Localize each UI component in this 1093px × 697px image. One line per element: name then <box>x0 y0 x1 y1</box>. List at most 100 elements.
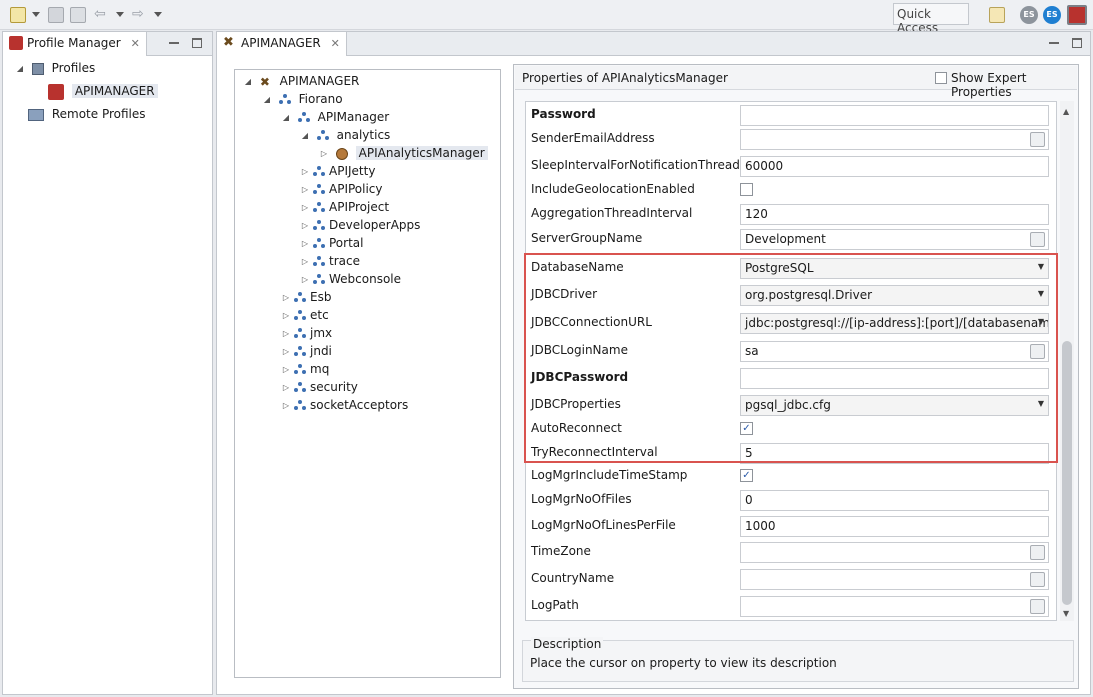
browse-button[interactable] <box>1030 344 1045 359</box>
collapse-arrow-icon[interactable]: ◢ <box>262 91 272 109</box>
tree-item-label: Esb <box>310 290 332 304</box>
expand-arrow-icon[interactable]: ▷ <box>300 199 310 217</box>
close-icon[interactable]: ✕ <box>131 37 140 50</box>
tree-item-fiorano[interactable]: ◢ Fiorano <box>262 90 343 108</box>
expand-arrow-icon[interactable]: ▷ <box>300 181 310 199</box>
scroll-down-icon[interactable]: ▼ <box>1063 609 1069 618</box>
scroll-up-icon[interactable]: ▲ <box>1063 107 1069 116</box>
maximize-icon[interactable] <box>1072 38 1082 48</box>
tree-item-api-analytics-manager[interactable]: ▷ APIAnalyticsManager <box>319 144 488 162</box>
new-dropdown-arrow[interactable] <box>32 12 40 17</box>
expand-arrow-icon[interactable]: ▷ <box>300 235 310 253</box>
tab-apimanager-label: APIMANAGER <box>241 36 321 50</box>
show-expert-label[interactable]: Show Expert Properties <box>951 71 1077 99</box>
property-input[interactable]: 5 <box>740 443 1049 464</box>
back-icon[interactable]: ⇦ <box>94 7 110 23</box>
collapse-arrow-icon[interactable]: ◢ <box>15 60 25 78</box>
close-icon[interactable]: ✕ <box>331 37 340 50</box>
scroll-thumb[interactable] <box>1062 341 1072 605</box>
property-dropdown[interactable]: jdbc:postgresql://[ip-address]:[port]/[d… <box>740 313 1049 334</box>
property-input[interactable] <box>740 542 1049 563</box>
show-expert-checkbox[interactable] <box>935 72 947 84</box>
tree-item-apimanager-profile[interactable]: APIMANAGER <box>45 82 158 100</box>
package-icon <box>294 327 306 340</box>
tree-item-socketacceptors[interactable]: ▷ socketAcceptors <box>281 396 408 414</box>
tree-item-profiles[interactable]: ◢ Profiles <box>15 59 95 77</box>
property-name: DatabaseName <box>531 260 624 274</box>
profile-perspective-icon[interactable] <box>1067 5 1087 25</box>
property-input[interactable] <box>740 129 1049 150</box>
tree-item-root[interactable]: ◢ ✖ APIMANAGER <box>243 72 359 90</box>
browse-button[interactable] <box>1030 572 1045 587</box>
browse-button[interactable] <box>1030 232 1045 247</box>
tree-item-developerapps[interactable]: ▷ DeveloperApps <box>300 216 421 235</box>
collapse-arrow-icon[interactable]: ◢ <box>281 109 291 127</box>
tree-item-apiproject[interactable]: ▷ APIProject <box>300 198 389 216</box>
property-name: SenderEmailAddress <box>531 131 655 145</box>
property-checkbox[interactable] <box>740 183 753 196</box>
tree-item-webconsole[interactable]: ▷ Webconsole <box>300 270 401 288</box>
browse-button[interactable] <box>1030 545 1045 560</box>
property-input[interactable]: sa <box>740 341 1049 362</box>
browse-button[interactable] <box>1030 599 1045 614</box>
browse-button[interactable] <box>1030 132 1045 147</box>
tree-item-jndi[interactable]: ▷ jndi <box>281 342 332 360</box>
quick-access-input[interactable]: Quick Access <box>893 3 969 35</box>
expand-arrow-icon[interactable]: ▷ <box>281 307 291 325</box>
tree-item-esb[interactable]: ▷ Esb <box>281 288 332 307</box>
maximize-icon[interactable] <box>192 38 202 48</box>
save-icon[interactable] <box>48 7 64 23</box>
new-wizard-icon[interactable] <box>10 7 26 23</box>
back-dropdown-arrow[interactable] <box>116 12 124 17</box>
property-dropdown[interactable]: org.postgresql.Driver <box>740 285 1049 306</box>
perspective-grey-icon[interactable]: ES <box>1020 6 1038 24</box>
property-input[interactable]: Development <box>740 229 1049 250</box>
forward-icon[interactable]: ⇨ <box>132 7 148 23</box>
property-dropdown[interactable]: pgsql_jdbc.cfg <box>740 395 1049 416</box>
tree-item-mq[interactable]: ▷ mq <box>281 360 329 378</box>
collapse-arrow-icon[interactable]: ◢ <box>243 73 253 91</box>
tree-item-analytics[interactable]: ◢ analytics <box>300 126 390 144</box>
expand-arrow-icon[interactable]: ▷ <box>281 343 291 361</box>
expand-arrow-icon[interactable]: ▷ <box>281 289 291 307</box>
tree-item-apipolicy[interactable]: ▷ APIPolicy <box>300 180 383 198</box>
property-checkbox[interactable]: ✓ <box>740 469 753 482</box>
tree-item-remote-profiles[interactable]: Remote Profiles <box>25 105 146 123</box>
minimize-icon[interactable] <box>1049 38 1059 44</box>
expand-arrow-icon[interactable]: ▷ <box>281 379 291 397</box>
property-checkbox[interactable]: ✓ <box>740 422 753 435</box>
expand-arrow-icon[interactable]: ▷ <box>281 397 291 415</box>
expand-arrow-icon[interactable]: ▷ <box>300 253 310 271</box>
expand-arrow-icon[interactable]: ▷ <box>300 271 310 289</box>
expand-arrow-icon[interactable]: ▷ <box>319 145 329 163</box>
property-input[interactable] <box>740 569 1049 590</box>
property-dropdown[interactable]: PostgreSQL <box>740 258 1049 279</box>
expand-arrow-icon[interactable]: ▷ <box>281 325 291 343</box>
property-input[interactable] <box>740 368 1049 389</box>
expand-arrow-icon[interactable]: ▷ <box>300 217 310 235</box>
tab-apimanager[interactable]: ✖ APIMANAGER ✕ <box>217 32 347 56</box>
tree-item-portal[interactable]: ▷ Portal <box>300 234 364 253</box>
property-input[interactable]: 0 <box>740 490 1049 511</box>
minimize-icon[interactable] <box>169 38 179 44</box>
collapse-arrow-icon[interactable]: ◢ <box>300 127 310 145</box>
print-icon[interactable] <box>70 7 86 23</box>
open-perspective-icon[interactable] <box>989 7 1005 23</box>
forward-dropdown-arrow[interactable] <box>154 12 162 17</box>
tree-item-apijetty[interactable]: ▷ APIJetty <box>300 162 376 181</box>
tree-item-security[interactable]: ▷ security <box>281 378 358 396</box>
tree-item-apimanager[interactable]: ◢ APIManager <box>281 108 389 126</box>
tree-item-trace[interactable]: ▷ trace <box>300 252 360 270</box>
expand-arrow-icon[interactable]: ▷ <box>300 163 310 181</box>
property-input[interactable] <box>740 105 1049 126</box>
tree-item-jmx[interactable]: ▷ jmx <box>281 324 332 342</box>
expand-arrow-icon[interactable]: ▷ <box>281 361 291 379</box>
property-input[interactable]: 60000 <box>740 156 1049 177</box>
property-input[interactable]: 120 <box>740 204 1049 225</box>
property-input[interactable]: 1000 <box>740 516 1049 537</box>
properties-scrollbar[interactable]: ▲ ▼ <box>1060 101 1074 621</box>
property-input[interactable] <box>740 596 1049 617</box>
tree-item-etc[interactable]: ▷ etc <box>281 306 329 324</box>
perspective-blue-icon[interactable]: ES <box>1043 6 1061 24</box>
tab-profile-manager[interactable]: Profile Manager ✕ <box>3 32 147 56</box>
